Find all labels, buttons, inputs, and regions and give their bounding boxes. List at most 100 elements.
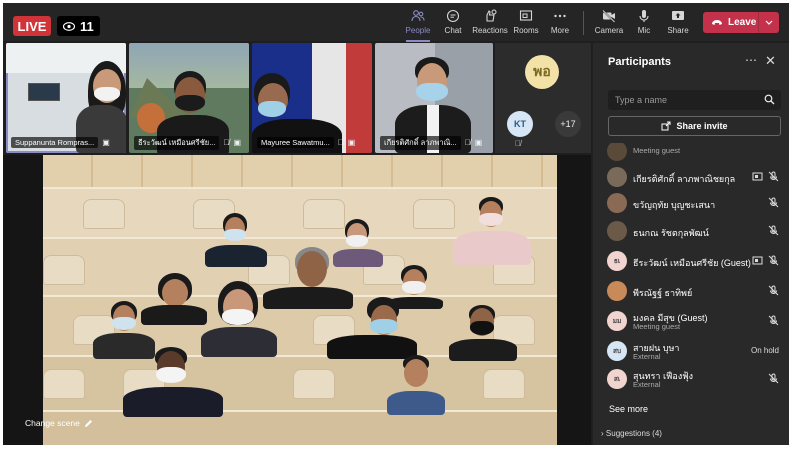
participant-name: พีรณัฐฐ์ ธาทิพย์ <box>633 288 693 298</box>
participant-row[interactable]: พีรณัฐฐ์ ธาทิพย์ <box>593 277 789 305</box>
suggestions-section[interactable]: › Suggestions (4) <box>601 429 662 438</box>
status-badge: On hold <box>750 346 779 355</box>
mic-off-icon: 🎙̸ <box>464 138 471 147</box>
avatar <box>607 221 627 241</box>
participant-name: ธนกณ รัชตกุลพัฒน์ <box>633 228 709 238</box>
participants-panel: Participants ⋯ ✕ Type a name Share invit… <box>593 43 789 445</box>
see-more-link[interactable]: See more <box>609 404 648 414</box>
mic-off-icon <box>768 255 779 266</box>
toolbar-divider <box>583 11 584 35</box>
more-participants-count[interactable]: +17 <box>555 111 581 137</box>
mic-icon <box>639 10 649 22</box>
participant-row[interactable]: สเ สุนทรา เฟืองฟุ้ง External <box>593 365 789 393</box>
participant-name: Mayuree Sawatmu... <box>257 137 334 148</box>
share-icon <box>672 11 684 20</box>
together-mode-scene <box>43 155 557 445</box>
chat-icon <box>446 9 460 23</box>
avatar: ธเ <box>607 251 627 271</box>
viewer-count: 11 <box>57 16 100 36</box>
search-placeholder: Type a name <box>615 95 668 105</box>
avatar <box>607 143 627 161</box>
more-button[interactable]: More <box>538 9 582 39</box>
mic-off-icon <box>768 285 779 296</box>
share-invite-label: Share invite <box>676 121 728 131</box>
avatar: สบ <box>607 341 627 361</box>
screen-share-icon <box>752 172 763 181</box>
people-label: People <box>405 26 431 35</box>
chat-label: Chat <box>444 26 462 35</box>
video-tile[interactable]: Mayuree Sawatmu... 🎙̸ ▣ <box>252 43 372 153</box>
teams-meeting-window: LIVE 11 People Chat Reactions Rooms More <box>3 3 789 445</box>
video-thumbnail-strip: Suppanunta Rompras... ▣ ธีระวัฒน์ เหมือน… <box>3 43 591 155</box>
suggestions-label: Suggestions (4) <box>605 429 662 438</box>
mic-label: Mic <box>637 26 651 35</box>
participant-row[interactable]: เกียรติศักดิ์ ลาภพาณิชยกุล <box>593 163 789 191</box>
camera-off-icon <box>602 9 616 23</box>
main-video-stage: Change scene <box>3 155 591 445</box>
participant-row[interactable]: ขวัญฤทัย บุญชะเสนา <box>593 189 789 217</box>
leave-options-button[interactable] <box>759 20 779 25</box>
search-input[interactable]: Type a name <box>608 90 781 110</box>
people-icon <box>411 10 425 22</box>
avatar: มม <box>607 311 627 331</box>
share-invite-icon <box>661 121 671 131</box>
screen-share-icon: ▣ <box>233 138 242 147</box>
more-options-icon[interactable]: ⋯ <box>745 53 757 67</box>
participant-role: External <box>633 352 661 361</box>
share-invite-button[interactable]: Share invite <box>608 116 781 136</box>
screen-share-icon <box>752 256 763 265</box>
participant-name: ขวัญฤทัย บุญชะเสนา <box>633 200 716 210</box>
live-badge: LIVE <box>13 16 51 36</box>
participant-role: Meeting guest <box>633 322 681 331</box>
avatar: KT <box>507 111 533 137</box>
share-button[interactable]: Share <box>656 9 700 39</box>
overflow-participants-tile[interactable]: พอ KT 🎙̸ +17 <box>495 43 591 153</box>
avatar: พอ <box>525 55 559 89</box>
screen-share-icon: ▣ <box>474 138 483 147</box>
participant-list: Meeting guest เกียรติศักดิ์ ลาภพาณิชยกุลข… <box>593 143 789 421</box>
leave-button[interactable]: Leave <box>703 12 779 33</box>
more-icon <box>554 14 566 18</box>
leave-label: Leave <box>728 17 757 28</box>
panel-title: Participants <box>608 56 671 68</box>
reactions-label: Reactions <box>472 26 508 35</box>
search-icon <box>764 94 775 105</box>
viewer-count-value: 11 <box>80 18 94 34</box>
mic-off-icon <box>768 315 779 326</box>
participant-name: Suppanunta Rompras... <box>11 137 99 148</box>
change-scene-button[interactable]: Change scene <box>25 418 93 428</box>
participant-row[interactable]: ธเ ธีระวัฒน์ เหมือนศรีชัย (Guest) <box>593 247 789 275</box>
mic-off-icon <box>768 225 779 236</box>
mic-off-icon: 🎙̸ <box>515 139 521 148</box>
avatar <box>607 193 627 213</box>
meeting-toolbar: LIVE 11 People Chat Reactions Rooms More <box>3 3 789 42</box>
mic-off-icon <box>768 197 779 208</box>
mic-off-icon: 🎙̸ <box>337 138 344 147</box>
participant-name: ธีระวัฒน์ เหมือนศรีชัย... <box>134 135 220 150</box>
participant-role: Meeting guest <box>633 146 681 155</box>
participant-name: ธีระวัฒน์ เหมือนศรีชัย (Guest) <box>633 258 751 268</box>
share-label: Share <box>667 26 689 35</box>
reactions-icon <box>486 9 497 22</box>
participant-row[interactable]: มม มงคล มีสุข (Guest) Meeting guest <box>593 307 789 335</box>
pencil-icon <box>84 419 92 427</box>
participant-name: เกียรติศักดิ์ ลาภพาณิชยกุล <box>633 174 736 184</box>
change-scene-label: Change scene <box>25 418 80 428</box>
eye-icon <box>63 21 75 31</box>
participant-row[interactable]: Meeting guest <box>593 143 789 165</box>
participant-row[interactable]: ธนกณ รัชตกุลพัฒน์ <box>593 217 789 245</box>
avatar <box>607 167 627 187</box>
rooms-icon <box>519 10 533 21</box>
participant-row[interactable]: สบ สายฝน บุษา External On hold <box>593 337 789 365</box>
screen-share-icon: ▣ <box>347 138 356 147</box>
screen-share-icon: ▣ <box>102 138 110 147</box>
close-icon[interactable]: ✕ <box>765 53 776 69</box>
video-tile[interactable]: Suppanunta Rompras... ▣ <box>6 43 126 153</box>
more-label: More <box>550 26 570 35</box>
video-tile[interactable]: เกียรติศักดิ์ ลาภพาณิ... 🎙̸ ▣ <box>375 43 493 153</box>
video-tile[interactable]: ธีระวัฒน์ เหมือนศรีชัย... 🎙̸ ▣ <box>129 43 249 153</box>
participant-name: เกียรติศักดิ์ ลาภพาณิ... <box>380 135 461 150</box>
mic-off-icon: 🎙̸ <box>223 138 230 147</box>
camera-label: Camera <box>594 26 624 35</box>
chevron-down-icon <box>765 20 773 25</box>
